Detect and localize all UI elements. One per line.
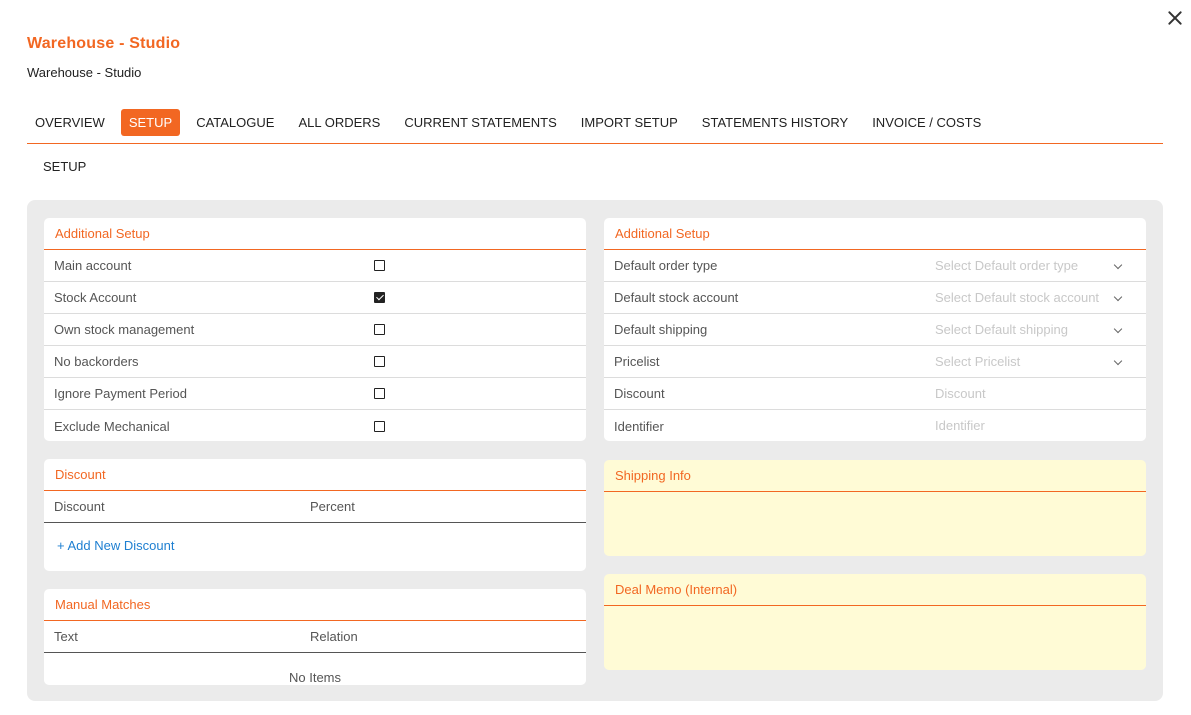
chevron-down-icon — [1113, 292, 1123, 301]
setting-row-exclude-mechanical: Exclude Mechanical — [44, 410, 586, 441]
page-subtitle: Warehouse - Studio — [27, 65, 142, 80]
setting-row-default-shipping: Default shipping Select Default shipping — [604, 314, 1146, 346]
subtab-setup[interactable]: SETUP — [43, 159, 86, 174]
no-backorders-checkbox[interactable] — [374, 356, 385, 367]
add-new-discount-link[interactable]: + Add New Discount — [57, 538, 174, 553]
card-title: Additional Setup — [44, 218, 586, 250]
default-stock-account-select[interactable]: Select Default stock account — [935, 287, 1135, 309]
select-placeholder: Select Default order type — [935, 257, 1079, 273]
tab-setup[interactable]: SETUP — [120, 109, 181, 136]
chevron-down-icon — [1113, 356, 1123, 365]
select-placeholder: Select Pricelist — [935, 353, 1021, 369]
empty-state: No Items — [288, 670, 341, 685]
column-header-discount: Discount — [54, 499, 105, 514]
discount-card: Discount Discount Percent + Add New Disc… — [44, 459, 586, 571]
setup-panel: Additional Setup Main account Stock Acco… — [27, 200, 1163, 701]
setting-label: No backorders — [54, 354, 139, 369]
exclude-mechanical-checkbox[interactable] — [374, 420, 385, 432]
select-placeholder: Select Default shipping — [935, 321, 1068, 337]
main-account-checkbox[interactable] — [374, 260, 385, 271]
card-title: Deal Memo (Internal) — [604, 574, 1146, 606]
pricelist-select[interactable]: Select Pricelist — [935, 351, 1135, 373]
setting-label: Main account — [54, 258, 132, 273]
deal-memo-card[interactable]: Deal Memo (Internal) — [604, 574, 1146, 670]
setting-row-main-account: Main account — [44, 250, 586, 282]
manual-matches-card: Manual Matches Text Relation No Items — [44, 589, 586, 685]
default-shipping-select[interactable]: Select Default shipping — [935, 319, 1135, 341]
card-title: Shipping Info — [604, 460, 1146, 492]
tab-statements-history[interactable]: STATEMENTS HISTORY — [694, 109, 856, 136]
setting-label: Ignore Payment Period — [54, 386, 187, 401]
page-title: Warehouse - Studio — [27, 35, 181, 52]
setting-row-ignore-payment-period: Ignore Payment Period — [44, 378, 586, 410]
additional-setup-defaults-card: Additional Setup Default order type Sele… — [604, 218, 1146, 441]
card-title: Discount — [44, 459, 586, 491]
default-order-type-select[interactable]: Select Default order type — [935, 255, 1135, 277]
card-title: Manual Matches — [44, 589, 586, 621]
tab-bar: OVERVIEW SETUP CATALOGUE ALL ORDERS CURR… — [27, 109, 1163, 144]
tab-current-statements[interactable]: CURRENT STATEMENTS — [396, 109, 564, 136]
tab-all-orders[interactable]: ALL ORDERS — [290, 109, 388, 136]
stock-account-checkbox[interactable] — [374, 292, 385, 303]
setting-row-own-stock-management: Own stock management — [44, 314, 586, 346]
table-header: Text Relation — [44, 621, 586, 653]
setting-row-no-backorders: No backorders — [44, 346, 586, 378]
tab-catalogue[interactable]: CATALOGUE — [188, 109, 282, 136]
tab-import-setup[interactable]: IMPORT SETUP — [573, 109, 686, 136]
identifier-input[interactable] — [935, 415, 1135, 437]
select-placeholder: Select Default stock account — [935, 289, 1100, 305]
setting-row-discount: Discount — [604, 378, 1146, 410]
setting-label: Stock Account — [54, 290, 137, 305]
own-stock-management-checkbox[interactable] — [374, 324, 385, 335]
tab-overview[interactable]: OVERVIEW — [27, 109, 113, 136]
setting-label: Own stock management — [54, 322, 195, 337]
setting-row-stock-account: Stock Account — [44, 282, 586, 314]
column-header-text: Text — [54, 629, 78, 644]
discount-input[interactable] — [935, 382, 1135, 405]
setting-row-default-order-type: Default order type Select Default order … — [604, 250, 1146, 282]
setting-row-pricelist: Pricelist Select Pricelist — [604, 346, 1146, 378]
setting-row-identifier: Identifier — [604, 410, 1146, 441]
close-icon[interactable] — [1165, 8, 1185, 28]
tab-invoice-costs[interactable]: INVOICE / COSTS — [864, 109, 989, 136]
additional-setup-checkboxes-card: Additional Setup Main account Stock Acco… — [44, 218, 586, 441]
card-title: Additional Setup — [604, 218, 1146, 250]
table-header: Discount Percent — [44, 491, 586, 523]
chevron-down-icon — [1113, 324, 1123, 333]
ignore-payment-period-checkbox[interactable] — [374, 388, 385, 399]
setting-row-default-stock-account: Default stock account Select Default sto… — [604, 282, 1146, 314]
column-header-percent: Percent — [310, 499, 355, 514]
shipping-info-card[interactable]: Shipping Info — [604, 460, 1146, 556]
setting-label: Exclude Mechanical — [54, 418, 170, 434]
column-header-relation: Relation — [310, 629, 358, 644]
chevron-down-icon — [1113, 260, 1123, 269]
